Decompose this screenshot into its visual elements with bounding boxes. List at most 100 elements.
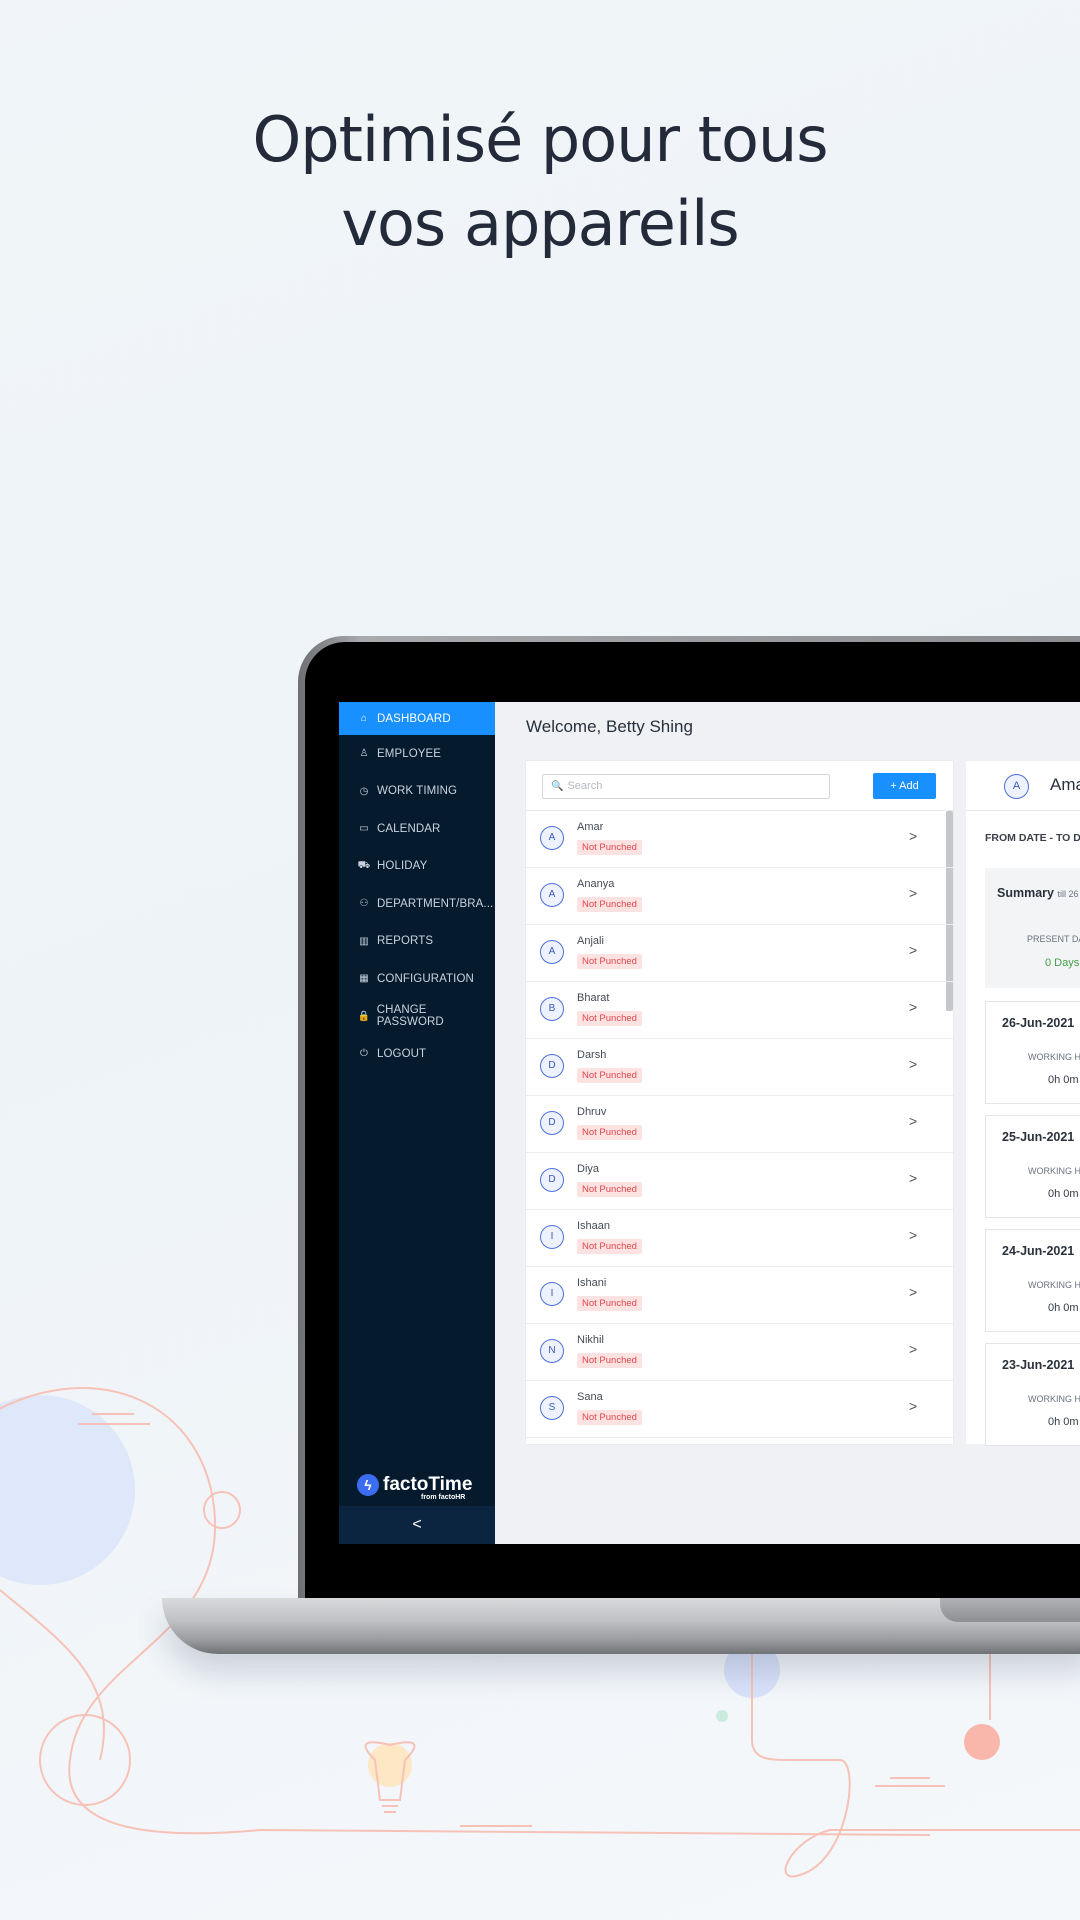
- sidebar-item-calendar[interactable]: ▭ CALENDAR: [339, 810, 495, 848]
- detail-employee-name: Ama: [1050, 775, 1080, 794]
- lock-icon: 🔒: [357, 1010, 371, 1022]
- status-badge: Not Punched: [577, 1125, 642, 1140]
- employee-name: Ishani: [577, 1277, 607, 1289]
- sidebar-item-logout[interactable]: ⏻ LOGOUT: [339, 1035, 495, 1073]
- employee-name: Ananya: [577, 878, 615, 890]
- employee-row[interactable]: I Ishani Not Punched >: [526, 1267, 953, 1324]
- avatar: D: [540, 1054, 564, 1078]
- employee-row[interactable]: D Darsh Not Punched >: [526, 1039, 953, 1096]
- factotime-logo-icon: ϟ: [357, 1474, 379, 1496]
- employee-row[interactable]: B Bharat Not Punched >: [526, 982, 953, 1039]
- sidebar-item-employee[interactable]: ♙ EMPLOYEE: [339, 735, 495, 773]
- brand-subtitle: from factoHR: [421, 1494, 466, 1501]
- avatar: A: [540, 883, 564, 907]
- home-icon: ⌂: [360, 713, 368, 724]
- sidebar-item-label: WORK TIMING: [377, 785, 458, 798]
- working-hours-label: WORKING H: [1028, 1394, 1080, 1404]
- date-range-picker[interactable]: FROM DATE - TO D: [985, 832, 1080, 844]
- employee-name: Dhruv: [577, 1106, 607, 1118]
- working-hours-label: WORKING H: [1028, 1052, 1080, 1062]
- chevron-right-icon[interactable]: >: [909, 1227, 917, 1243]
- employee-row[interactable]: A Anjali Not Punched >: [526, 925, 953, 982]
- employee-row[interactable]: N Nikhil Not Punched >: [526, 1324, 953, 1381]
- sidebar-item-reports[interactable]: ▥ REPORTS: [339, 923, 495, 961]
- day-card[interactable]: 26-Jun-2021 WORKING H 0h 0m: [985, 1001, 1080, 1104]
- status-badge: Not Punched: [577, 897, 642, 912]
- employee-name: Diya: [577, 1163, 600, 1175]
- chevron-right-icon[interactable]: >: [909, 999, 917, 1015]
- status-badge: Not Punched: [577, 954, 642, 969]
- chevron-right-icon[interactable]: >: [909, 1341, 917, 1357]
- team-icon: ⚇: [359, 898, 369, 910]
- chevron-right-icon[interactable]: >: [909, 1398, 917, 1414]
- sidebar-item-change-password[interactable]: 🔒 CHANGE PASSWORD: [339, 998, 495, 1036]
- avatar: S: [540, 1396, 564, 1420]
- sidebar-item-holiday[interactable]: ⛟ HOLIDAY: [339, 848, 495, 886]
- user-icon: ♙: [359, 748, 369, 760]
- avatar: N: [540, 1339, 564, 1363]
- sidebar-item-label: CHANGE PASSWORD: [376, 1004, 444, 1029]
- sidebar-item-dashboard[interactable]: ⌂ DASHBOARD: [339, 702, 495, 735]
- working-hours-label: WORKING H: [1028, 1280, 1080, 1290]
- detail-avatar: A: [1004, 774, 1029, 799]
- chevron-right-icon[interactable]: >: [909, 828, 917, 844]
- sidebar-item-configuration[interactable]: ▦ CONFIGURATION: [339, 960, 495, 998]
- working-hours-label: WORKING H: [1028, 1166, 1080, 1176]
- chevron-right-icon[interactable]: >: [909, 1284, 917, 1300]
- day-card[interactable]: 23-Jun-2021 WORKING H 0h 0m: [985, 1343, 1080, 1446]
- clock-icon: ◷: [359, 785, 369, 797]
- sidebar-item-work-timing[interactable]: ◷ WORK TIMING: [339, 773, 495, 811]
- working-hours-value: 0h 0m: [1048, 1416, 1079, 1428]
- present-days-value: 0 Days: [1045, 957, 1080, 969]
- employee-row[interactable]: A Amar Not Punched >: [526, 811, 953, 868]
- employee-name: Bharat: [577, 992, 610, 1004]
- chevron-right-icon[interactable]: >: [909, 942, 917, 958]
- chevron-right-icon[interactable]: >: [909, 1170, 917, 1186]
- avatar: D: [540, 1168, 564, 1192]
- employee-name: Sana: [577, 1391, 603, 1403]
- employee-row[interactable]: A Ananya Not Punched >: [526, 868, 953, 925]
- day-date: 25-Jun-2021: [1002, 1130, 1075, 1144]
- status-badge: Not Punched: [577, 1296, 642, 1311]
- avatar: D: [540, 1111, 564, 1135]
- day-date: 24-Jun-2021: [1002, 1244, 1075, 1258]
- brand-logo: ϟ factoTime from factoHR: [357, 1474, 472, 1501]
- welcome-title: Welcome, Betty Shing: [526, 717, 693, 736]
- present-days-label: PRESENT DA: [1027, 934, 1080, 944]
- status-badge: Not Punched: [577, 1410, 642, 1425]
- avatar: A: [540, 826, 564, 850]
- working-hours-value: 0h 0m: [1048, 1302, 1079, 1314]
- search-input[interactable]: 🔍 Search: [542, 774, 830, 799]
- summary-title: Summary till 26: [997, 886, 1079, 900]
- status-badge: Not Punched: [577, 1182, 642, 1197]
- status-badge: Not Punched: [577, 1239, 642, 1254]
- employee-row[interactable]: I Ishaan Not Punched >: [526, 1210, 953, 1267]
- day-card[interactable]: 25-Jun-2021 WORKING H 0h 0m: [985, 1115, 1080, 1218]
- sidebar-item-department-bra[interactable]: ⚇ DEPARTMENT/BRA...: [339, 885, 495, 923]
- employee-name: Nikhil: [577, 1334, 604, 1346]
- avatar: A: [540, 940, 564, 964]
- avatar: I: [540, 1282, 564, 1306]
- employee-name: Darsh: [577, 1049, 607, 1061]
- app-screen: ⌂ DASHBOARD ♙ EMPLOYEE ◷ WORK TIMING ▭ CALENDAR…: [339, 702, 1080, 1544]
- day-card[interactable]: 24-Jun-2021 WORKING H 0h 0m: [985, 1229, 1080, 1332]
- chevron-right-icon[interactable]: >: [909, 1113, 917, 1129]
- status-badge: Not Punched: [577, 1068, 642, 1083]
- sidebar-item-label: EMPLOYEE: [377, 747, 442, 760]
- employee-row[interactable]: D Diya Not Punched >: [526, 1153, 953, 1210]
- day-date: 26-Jun-2021: [1002, 1016, 1075, 1030]
- chevron-left-icon: <: [412, 1516, 422, 1533]
- status-badge: Not Punched: [577, 1353, 642, 1368]
- employee-row[interactable]: D Dhruv Not Punched >: [526, 1096, 953, 1153]
- sidebar-item-label: CONFIGURATION: [377, 972, 474, 985]
- employee-name: Amar: [577, 821, 604, 833]
- avatar: I: [540, 1225, 564, 1249]
- sidebar-collapse-button[interactable]: <: [339, 1506, 495, 1544]
- add-employee-button[interactable]: + Add: [873, 773, 936, 799]
- calendar-icon: ▭: [359, 823, 369, 835]
- chevron-right-icon[interactable]: >: [909, 1056, 917, 1072]
- employee-row[interactable]: S Sana Not Punched >: [526, 1381, 953, 1438]
- page-headline: Optimisé pour tous vos appareils: [0, 98, 1080, 266]
- chevron-right-icon[interactable]: >: [909, 885, 917, 901]
- day-date: 23-Jun-2021: [1002, 1358, 1075, 1372]
